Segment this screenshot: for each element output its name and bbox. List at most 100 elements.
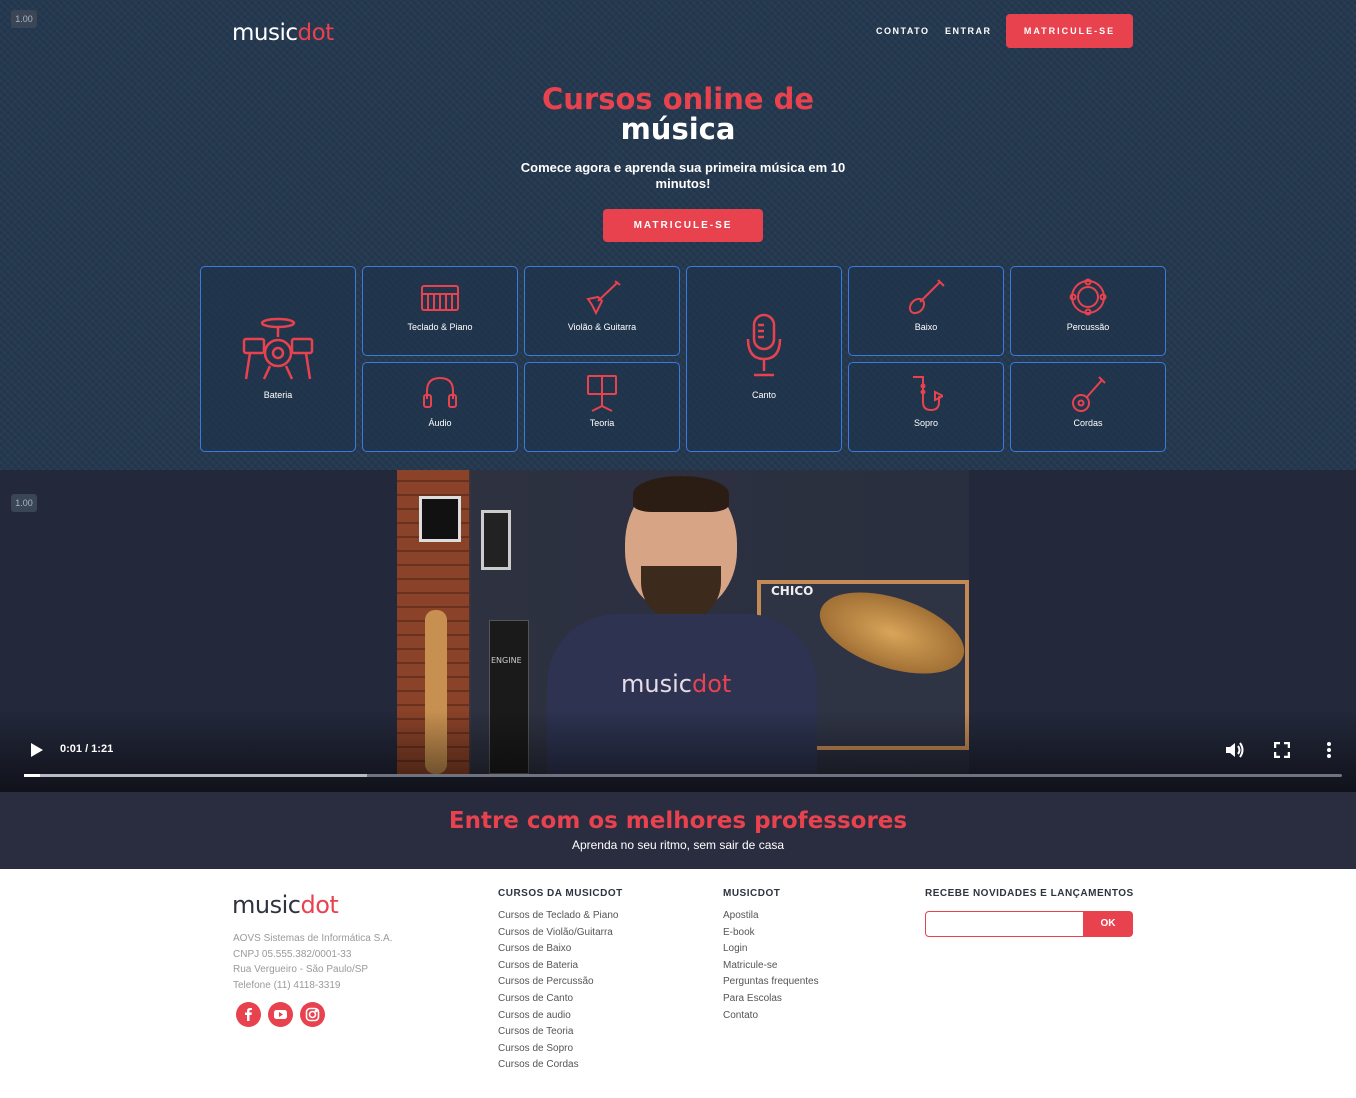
bass-icon bbox=[908, 279, 945, 315]
hero-title-line2: música bbox=[620, 112, 736, 146]
shirt-logo-text: music bbox=[621, 670, 692, 698]
footer-course-link[interactable]: Cursos de Canto bbox=[498, 991, 618, 1008]
company-address: Rua Vergueiro - São Paulo/SP bbox=[233, 964, 369, 975]
footer-course-link[interactable]: Cursos de Teoria bbox=[498, 1024, 618, 1041]
course-label: Baixo bbox=[914, 322, 938, 332]
play-icon[interactable] bbox=[30, 742, 44, 758]
facebook-button[interactable] bbox=[236, 1002, 261, 1027]
footer-link-login[interactable]: Login bbox=[723, 941, 819, 958]
course-label: Teclado & Piano bbox=[407, 322, 473, 332]
course-card-canto[interactable]: Canto bbox=[686, 266, 842, 452]
footer-course-link[interactable]: Cursos de Sopro bbox=[498, 1041, 618, 1058]
youtube-button[interactable] bbox=[268, 1002, 293, 1027]
newsletter-submit-button[interactable]: OK bbox=[1083, 911, 1133, 937]
logo-accent: dot bbox=[297, 20, 335, 46]
video-played bbox=[24, 774, 41, 777]
footer-logo[interactable]: musicdot bbox=[232, 891, 339, 919]
zoom-badge: 1.00 bbox=[11, 494, 37, 512]
footer-logo-text: music bbox=[232, 891, 301, 919]
wall-frame bbox=[481, 510, 511, 570]
company-info: AOVS Sistemas de Informática S.A. CNPJ 0… bbox=[233, 931, 393, 993]
shirt-logo-accent: dot bbox=[691, 670, 732, 698]
hero-enroll-button[interactable]: MATRICULE-SE bbox=[603, 209, 763, 242]
drums-icon bbox=[242, 317, 314, 380]
headphones-icon bbox=[423, 376, 457, 408]
hero-section: 1.00 musicdot CONTATO ENTRAR MATRICULE-S… bbox=[0, 0, 1356, 470]
microphone-icon bbox=[746, 313, 782, 377]
instagram-icon bbox=[305, 1007, 320, 1022]
course-card-bateria[interactable]: Bateria bbox=[200, 266, 356, 452]
footer-link-contato[interactable]: Contato bbox=[723, 1008, 819, 1025]
company-cnpj: CNPJ 05.555.382/0001-33 bbox=[233, 948, 352, 960]
youtube-icon bbox=[274, 1010, 287, 1019]
amp-text: ENGINE bbox=[491, 656, 522, 665]
teachers-subtitle: Aprenda no seu ritmo, sem sair de casa bbox=[571, 838, 785, 852]
logo-text: music bbox=[232, 20, 298, 46]
wall-frame bbox=[419, 496, 461, 542]
course-label: Violão & Guitarra bbox=[567, 322, 637, 332]
courses-heading: CURSOS DA MUSICDOT bbox=[498, 888, 623, 899]
footer: musicdot AOVS Sistemas de Informática S.… bbox=[0, 869, 1356, 1098]
course-card-violao[interactable]: Violão & Guitarra bbox=[524, 266, 680, 356]
course-card-sopro[interactable]: Sopro bbox=[848, 362, 1004, 452]
course-card-cordas[interactable]: Cordas bbox=[1010, 362, 1166, 452]
header-enroll-button[interactable]: MATRICULE-SE bbox=[1006, 14, 1133, 48]
footer-course-link[interactable]: Cursos de Teclado & Piano bbox=[498, 908, 618, 925]
footer-link-faq[interactable]: Perguntas frequentes bbox=[723, 974, 819, 991]
video-buffered bbox=[24, 774, 367, 777]
course-card-teclado[interactable]: Teclado & Piano bbox=[362, 266, 518, 356]
course-label: Cordas bbox=[1073, 418, 1103, 428]
hero-subtitle: Comece agora e aprenda sua primeira músi… bbox=[520, 160, 846, 191]
zoom-badge: 1.00 bbox=[11, 10, 37, 28]
company-name: AOVS Sistemas de Informática S.A. bbox=[233, 933, 393, 944]
footer-course-link[interactable]: Cursos de audio bbox=[498, 1008, 618, 1025]
music-stand-icon bbox=[587, 375, 617, 412]
instagram-button[interactable] bbox=[300, 1002, 325, 1027]
shirt-logo: musicdot bbox=[621, 670, 731, 698]
shelf-text: CHICO bbox=[771, 584, 814, 598]
teachers-section: Entre com os melhores professores Aprend… bbox=[0, 792, 1356, 869]
course-label: Percussão bbox=[1066, 322, 1110, 332]
video-player[interactable]: CHICO ENGINE musicdot 1.00 0:01 / 1:21 bbox=[0, 470, 1356, 792]
footer-course-link[interactable]: Cursos de Percussão bbox=[498, 974, 618, 991]
newsletter-heading: RECEBE NOVIDADES E LANÇAMENTOS bbox=[925, 888, 1134, 899]
volume-icon[interactable] bbox=[1224, 740, 1244, 760]
footer-link-apostila[interactable]: Apostila bbox=[723, 908, 819, 925]
footer-course-link[interactable]: Cursos de Cordas bbox=[498, 1057, 618, 1074]
courses-list: Cursos de Teclado & Piano Cursos de Viol… bbox=[498, 908, 618, 1074]
footer-link-escolas[interactable]: Para Escolas bbox=[723, 991, 819, 1008]
footer-link-ebook[interactable]: E-book bbox=[723, 925, 819, 942]
logo[interactable]: musicdot bbox=[232, 20, 334, 46]
keyboard-icon bbox=[421, 285, 459, 311]
footer-course-link[interactable]: Cursos de Violão/Guitarra bbox=[498, 925, 618, 942]
course-card-percussao[interactable]: Percussão bbox=[1010, 266, 1166, 356]
course-label: Bateria bbox=[263, 390, 293, 400]
course-label: Áudio bbox=[428, 418, 452, 428]
footer-course-link[interactable]: Cursos de Bateria bbox=[498, 958, 618, 975]
course-card-teoria[interactable]: Teoria bbox=[524, 362, 680, 452]
nav-contato-link[interactable]: CONTATO bbox=[876, 26, 930, 36]
nav-entrar-link[interactable]: ENTRAR bbox=[945, 26, 992, 36]
newsletter-email-input[interactable] bbox=[925, 911, 1085, 937]
tambourine-icon bbox=[1069, 278, 1107, 316]
musicdot-links: Apostila E-book Login Matricule-se Pergu… bbox=[723, 908, 819, 1024]
guitar-icon bbox=[586, 280, 621, 315]
saxophone-icon bbox=[913, 376, 943, 412]
fullscreen-icon[interactable] bbox=[1274, 742, 1290, 758]
course-card-audio[interactable]: Áudio bbox=[362, 362, 518, 452]
course-label: Teoria bbox=[589, 418, 615, 428]
person-hair bbox=[633, 476, 729, 512]
video-time: 0:01 / 1:21 bbox=[60, 743, 114, 755]
more-options-icon[interactable] bbox=[1326, 741, 1332, 759]
hero-title-line1: Cursos online de bbox=[541, 82, 815, 116]
facebook-icon bbox=[245, 1008, 252, 1021]
musicdot-heading: MUSICDOT bbox=[723, 888, 781, 899]
footer-link-matricule[interactable]: Matricule-se bbox=[723, 958, 819, 975]
course-card-baixo[interactable]: Baixo bbox=[848, 266, 1004, 356]
ukulele-icon bbox=[1072, 376, 1106, 412]
course-label: Sopro bbox=[913, 418, 939, 428]
footer-logo-accent: dot bbox=[300, 891, 339, 919]
video-progress-bar[interactable] bbox=[24, 774, 1342, 777]
company-phone: Telefone (11) 4118-3319 bbox=[233, 979, 341, 991]
footer-course-link[interactable]: Cursos de Baixo bbox=[498, 941, 618, 958]
